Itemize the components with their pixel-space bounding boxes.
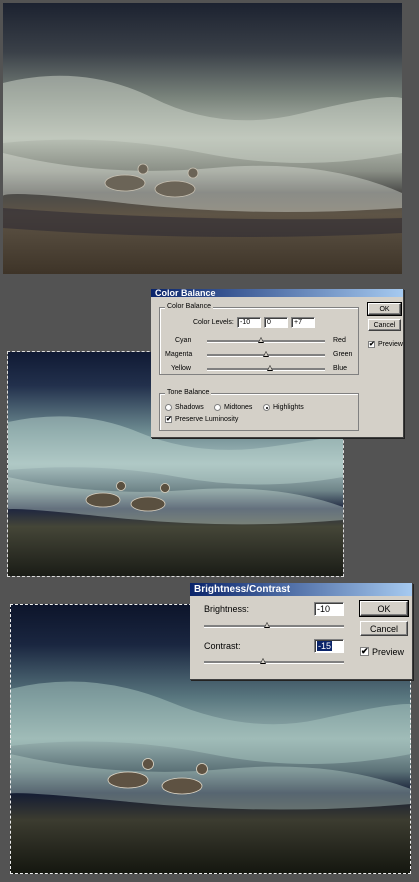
contrast-field[interactable]: -15 (314, 639, 344, 653)
contrast-label: Contrast: (204, 641, 241, 651)
preview-checkbox[interactable]: ✔ (368, 341, 375, 348)
brightness-slider-thumb[interactable] (264, 622, 270, 628)
cyan-label: Cyan (175, 337, 192, 344)
dialog-titlebar[interactable]: Brightness/Contrast (190, 583, 412, 596)
yellow-blue-slider-thumb[interactable] (267, 365, 273, 371)
original-photo (3, 3, 402, 274)
yellow-blue-slider-track[interactable] (207, 368, 325, 371)
color-balance-group-label: Color Balance (165, 303, 213, 310)
beach-scene-image (3, 3, 402, 274)
brightness-label: Brightness: (204, 604, 250, 614)
brightness-contrast-dialog: Brightness/Contrast Brightness: -10 Cont… (190, 583, 413, 680)
highlights-radio[interactable] (263, 404, 270, 411)
brightness-field[interactable]: -10 (314, 602, 344, 616)
color-balance-dialog: Color Balance Color Balance Color Levels… (151, 289, 404, 438)
shadows-label: Shadows (175, 404, 204, 411)
cyan-red-slider-thumb[interactable] (258, 337, 264, 343)
contrast-value: 15 (321, 641, 332, 651)
tone-balance-group (159, 393, 359, 431)
preview-label: Preview (372, 647, 405, 657)
midtones-radio[interactable] (214, 404, 221, 411)
magenta-green-level-field[interactable]: 0 (264, 317, 288, 328)
dialog-titlebar[interactable]: Color Balance (151, 289, 403, 297)
cyan-red-level-field[interactable]: -10 (237, 317, 261, 328)
green-label: Green (333, 351, 353, 358)
cancel-button[interactable]: Cancel (368, 319, 401, 331)
ok-button[interactable]: OK (359, 600, 409, 617)
midtones-label: Midtones (224, 404, 253, 411)
magenta-green-slider-thumb[interactable] (263, 351, 269, 357)
yellow-blue-level-field[interactable]: +7 (291, 317, 315, 328)
color-levels-label: Color Levels: (193, 319, 234, 326)
preview-checkbox[interactable]: ✔ (360, 647, 369, 656)
magenta-label: Magenta (165, 351, 193, 358)
highlights-label: Highlights (273, 404, 304, 411)
preserve-luminosity-checkbox[interactable]: ✔ (165, 416, 172, 423)
cancel-button[interactable]: Cancel (360, 621, 408, 636)
yellow-label: Yellow (171, 365, 191, 372)
ok-button[interactable]: OK (367, 302, 402, 316)
preview-label: Preview (378, 341, 403, 348)
preserve-luminosity-label: Preserve Luminosity (175, 416, 239, 423)
brightness-slider-track[interactable] (204, 625, 344, 628)
blue-label: Blue (333, 365, 348, 372)
contrast-slider-track[interactable] (204, 661, 344, 664)
contrast-slider-thumb[interactable] (260, 658, 266, 664)
shadows-radio[interactable] (165, 404, 172, 411)
tone-balance-group-label: Tone Balance (165, 389, 212, 396)
red-label: Red (333, 337, 346, 344)
cyan-red-slider-track[interactable] (207, 340, 325, 343)
